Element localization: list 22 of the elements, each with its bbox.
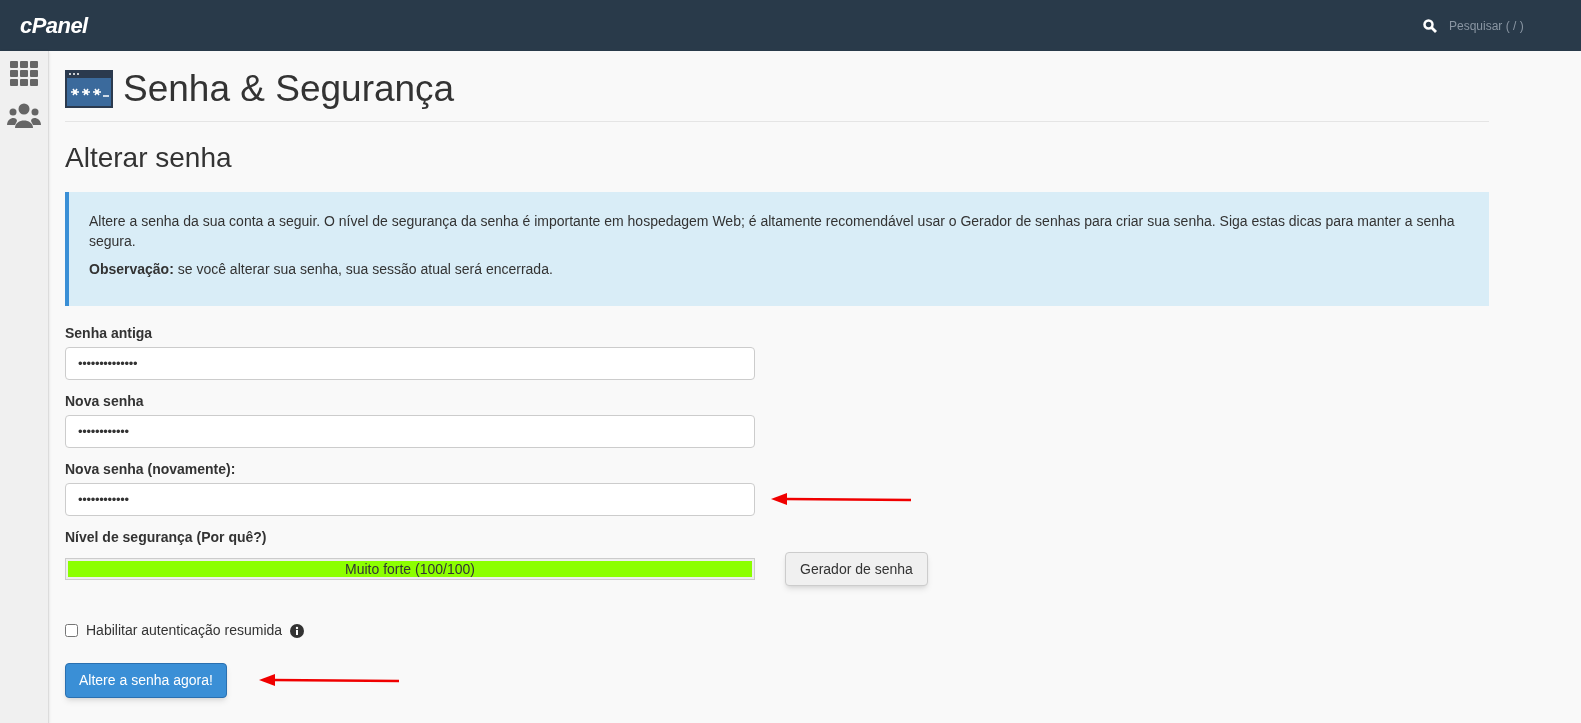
checkbox-label: Habilitar autenticação resumida [86,621,283,640]
password-field[interactable]: •••••••••••• [65,415,755,448]
field-label: Nova senha [65,392,145,410]
digest-auth-checkbox[interactable] [65,624,78,637]
grid-icon[interactable] [10,61,38,87]
field-label: Senha antiga [65,324,154,342]
info-text: Altere a senha da sua conta a seguir. O nível de segurança da senha é importante em hospedagem Web; é altamente recomendável usar o Gerador de senhas para criar sua senha. Siga estas dicas para manter a senha segura. [89,212,1456,251]
field-label: Nova senha (novamente): [65,460,237,478]
password-field[interactable]: •••••••••••• [65,483,755,516]
password-field[interactable]: •••••••••••••• [65,347,755,380]
section-title: Alterar senha [65,141,233,175]
search-icon[interactable] [1423,18,1437,33]
users-icon[interactable] [7,103,41,129]
page-title: Senha & Segurança [123,67,455,111]
field-label: Nível de segurança (Por quê?) [65,528,268,546]
logo[interactable]: cPanel [20,9,88,42]
info-icon[interactable] [290,623,305,638]
password-window-icon [65,70,113,108]
search-field[interactable]: Pesquisar ( / ) [1449,16,1549,35]
generator-button[interactable]: Gerador de senha [785,552,928,586]
info-text: Observação: se você alterar sua senha, sua sessão atual será encerrada. [89,260,554,279]
strength-reading: Muito forte (100/100) [345,561,475,577]
